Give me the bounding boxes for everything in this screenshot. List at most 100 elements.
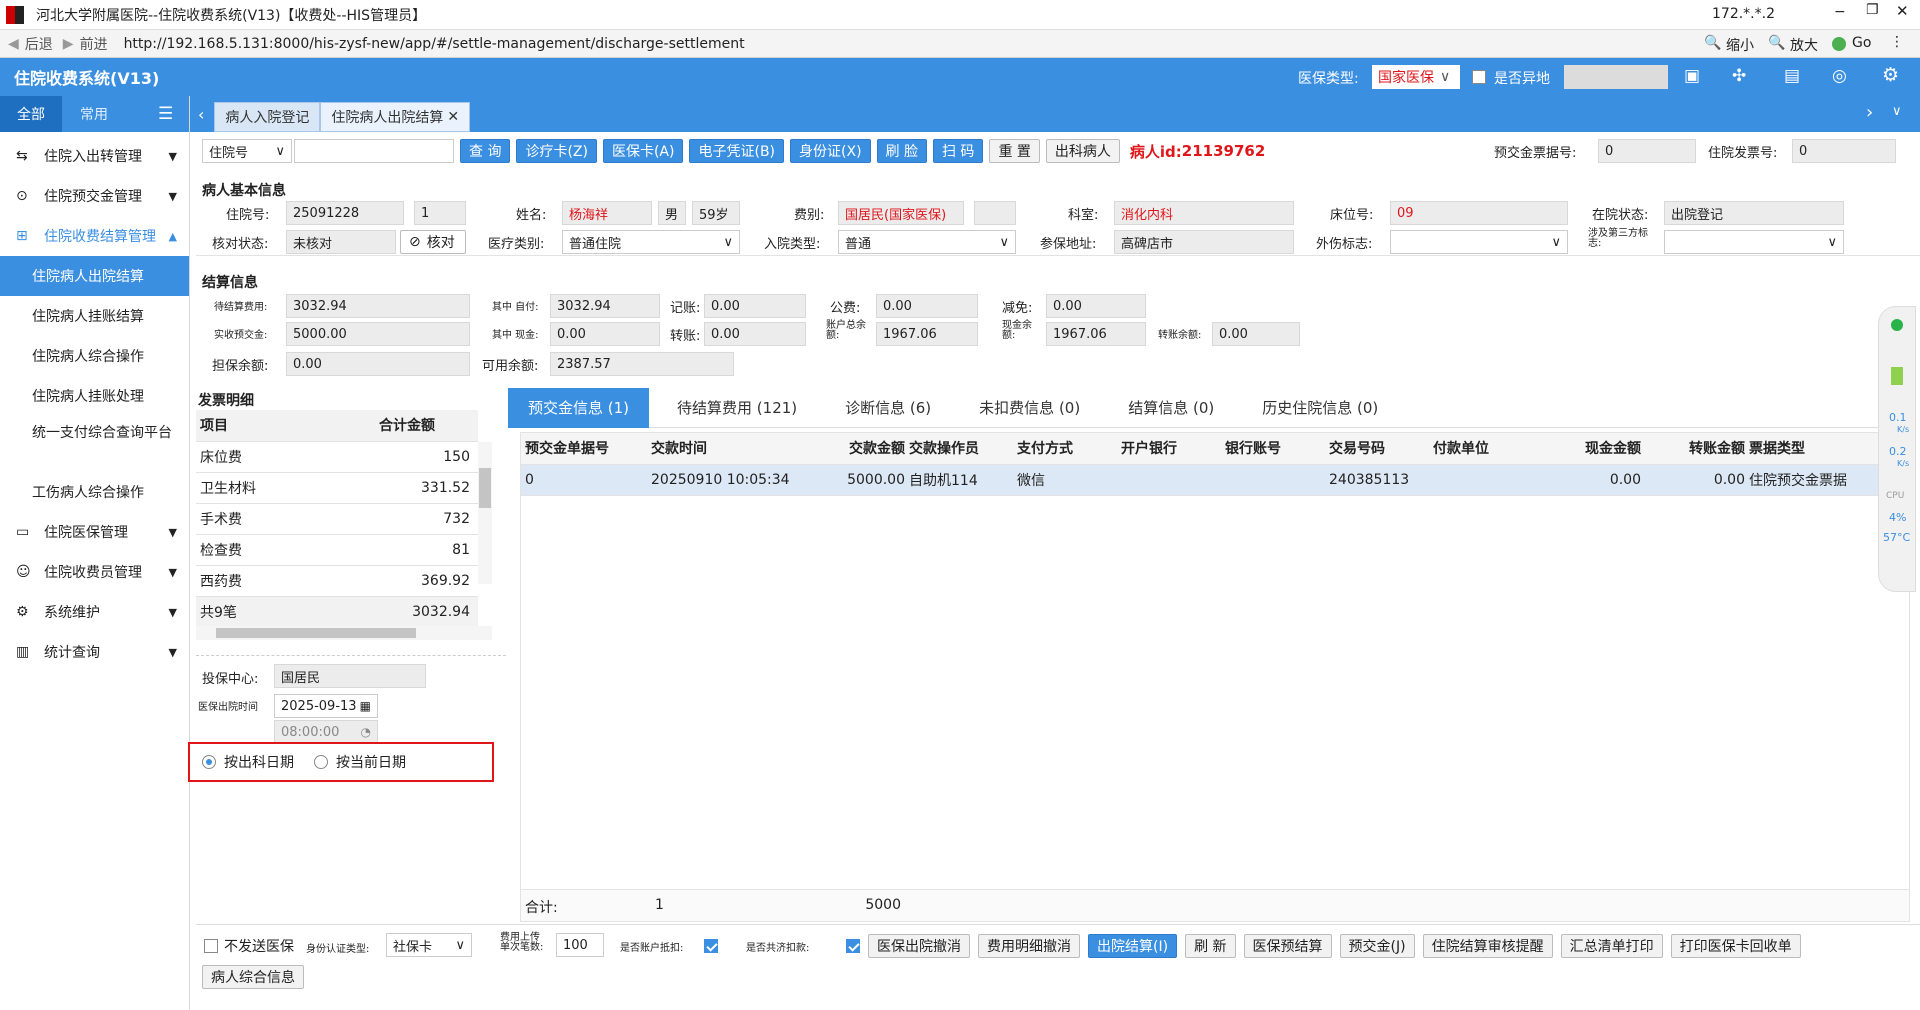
- remote-checkbox[interactable]: [1472, 70, 1486, 84]
- age-field[interactable]: 59岁: [692, 201, 740, 225]
- account-deduct-checkbox[interactable]: [704, 939, 718, 953]
- name-field[interactable]: 杨海祥: [562, 201, 652, 225]
- search-type-select[interactable]: 住院号 ∨: [202, 139, 292, 163]
- available-field[interactable]: 2387.57: [550, 352, 734, 376]
- scroll-thumb[interactable]: [479, 468, 491, 508]
- restore-icon[interactable]: ❐: [1866, 2, 1879, 18]
- sidebar-item-insurance[interactable]: ▭ 住院医保管理 ▼: [0, 512, 189, 552]
- check-status-field[interactable]: 未核对: [286, 230, 396, 254]
- print-summary-button[interactable]: 汇总清单打印: [1560, 934, 1663, 958]
- settings-icon[interactable]: ✣: [1732, 66, 1746, 86]
- guarantee-field[interactable]: 0.00: [286, 352, 470, 376]
- forward-button[interactable]: 前进: [80, 34, 108, 54]
- back-button[interactable]: 后退: [25, 34, 53, 54]
- gear-icon[interactable]: ⚙: [1882, 64, 1899, 86]
- radio-by-current-date[interactable]: [314, 755, 328, 769]
- face-button[interactable]: 刷 脸: [876, 139, 927, 163]
- search-input[interactable]: [294, 139, 454, 163]
- ins-address-field[interactable]: 高碑店市: [1114, 230, 1294, 254]
- prepay-no-field[interactable]: 0: [1598, 139, 1696, 163]
- close-icon[interactable]: ✕: [447, 109, 459, 125]
- sidebar-item-statistics[interactable]: ▥ 统计查询 ▼: [0, 632, 189, 672]
- transfer-balance-field[interactable]: 0.00: [1212, 322, 1300, 346]
- sidebar-item-credit-settlement[interactable]: 住院病人挂账结算: [0, 296, 189, 336]
- mutual-deduct-checkbox[interactable]: [846, 939, 861, 953]
- prepaid-field[interactable]: 5000.00: [286, 322, 470, 346]
- sidebar-item-settlement[interactable]: ⊞ 住院收费结算管理 ▲: [0, 216, 189, 256]
- account-balance-field[interactable]: 1967.06: [876, 322, 978, 346]
- go-button[interactable]: Go: [1852, 35, 1871, 51]
- more-icon[interactable]: ⋮: [1890, 34, 1904, 50]
- insurance-center-field[interactable]: 国居民: [274, 664, 426, 688]
- admission-times-field[interactable]: 1: [414, 201, 466, 225]
- transfer-field[interactable]: 0.00: [704, 322, 806, 346]
- zoom-in-button[interactable]: 放大: [1790, 35, 1818, 55]
- minimize-icon[interactable]: −: [1834, 4, 1846, 20]
- invoice-hscrollbar[interactable]: [196, 626, 492, 640]
- patient-info-button[interactable]: 病人综合信息: [202, 965, 304, 989]
- remote-input[interactable]: [1564, 65, 1668, 89]
- id-card-button[interactable]: 身份证(X): [790, 139, 871, 163]
- no-insurance-checkbox[interactable]: [204, 939, 218, 953]
- invoice-no-field[interactable]: 0: [1792, 139, 1896, 163]
- id-type-select[interactable]: 社保卡 ∨: [386, 933, 472, 957]
- sidebar-item-credit-handling[interactable]: 住院病人挂账处理: [0, 376, 189, 416]
- upload-count-field[interactable]: 100: [556, 933, 604, 957]
- insurance-type-select[interactable]: 国家医保 ∨: [1372, 65, 1460, 89]
- tab-history[interactable]: 历史住院信息 (0): [1242, 388, 1398, 428]
- query-button[interactable]: 查 询: [460, 139, 511, 163]
- zoom-out-icon[interactable]: 🔍: [1704, 35, 1721, 51]
- zoom-in-icon[interactable]: 🔍: [1768, 35, 1785, 51]
- reset-button[interactable]: 重 置: [989, 139, 1040, 163]
- go-icon[interactable]: [1832, 37, 1846, 51]
- prepay-button[interactable]: 预交金(J): [1339, 934, 1415, 958]
- tab-discharge-settlement[interactable]: 住院病人出院结算 ✕: [320, 102, 471, 132]
- sidebar-item-discharge-settlement[interactable]: 住院病人出院结算: [0, 256, 189, 296]
- panel-splitter[interactable]: [196, 655, 506, 656]
- scan-button[interactable]: 扫 码: [932, 139, 984, 163]
- fee-type-field[interactable]: 国居民(国家医保): [838, 201, 964, 225]
- account-field[interactable]: 0.00: [704, 294, 806, 318]
- settle-audit-reminder-button[interactable]: 住院结算审核提醒: [1422, 934, 1553, 958]
- dept-field[interactable]: 消化内科: [1114, 201, 1294, 225]
- close-icon[interactable]: ✕: [1896, 2, 1909, 20]
- status-field[interactable]: 出院登记: [1664, 201, 1844, 225]
- calendar-icon[interactable]: ▦: [360, 699, 371, 713]
- discharged-patients-button[interactable]: 出科病人: [1045, 139, 1120, 163]
- cash-balance-field[interactable]: 1967.06: [1046, 322, 1146, 346]
- fee-extra-field[interactable]: [974, 201, 1016, 225]
- radio-by-discharge-date[interactable]: [202, 755, 216, 769]
- url-field[interactable]: http://192.168.5.131:8000/his-zysf-new/a…: [124, 36, 745, 52]
- back-icon[interactable]: ◀: [8, 36, 19, 52]
- table-row[interactable]: 西药费 369.92: [196, 565, 478, 597]
- sidebar-item-prepay[interactable]: ⊙ 住院预交金管理 ▼: [0, 176, 189, 216]
- tab-undeducted[interactable]: 未扣费信息 (0): [959, 388, 1100, 428]
- invoice-vscrollbar[interactable]: [478, 442, 492, 584]
- table-row[interactable]: 手术费 732: [196, 503, 478, 535]
- print-ins-card-receipt-button[interactable]: 打印医保卡回收单: [1670, 934, 1801, 958]
- reduce-field[interactable]: 0.00: [1046, 294, 1146, 318]
- bed-field[interactable]: 09: [1390, 201, 1568, 225]
- refresh-icon[interactable]: ◎: [1832, 66, 1847, 86]
- clinic-card-button[interactable]: 诊疗卡(Z): [516, 139, 597, 163]
- tabs-prev-icon[interactable]: ‹: [198, 105, 204, 124]
- self-pay-field[interactable]: 3032.94: [550, 294, 660, 318]
- check-button[interactable]: ⊘ 核对: [400, 230, 466, 254]
- tab-settlement[interactable]: 结算信息 (0): [1108, 388, 1234, 428]
- sex-field[interactable]: 男: [658, 201, 686, 225]
- tab-pending-fees[interactable]: 待结算费用 (121): [657, 388, 817, 428]
- forward-icon[interactable]: ▶: [63, 36, 74, 52]
- e-voucher-button[interactable]: 电子凭证(B): [689, 139, 785, 163]
- refresh-button[interactable]: 刷 新: [1185, 934, 1236, 958]
- zoom-out-button[interactable]: 缩小: [1726, 35, 1754, 55]
- table-row[interactable]: 检查费 81: [196, 534, 478, 566]
- sidebar-item-cashier[interactable]: ☺ 住院收费员管理 ▼: [0, 552, 189, 592]
- cancel-ins-discharge-button[interactable]: 医保出院撤消: [868, 934, 970, 958]
- sidebar-tab-all[interactable]: 全部: [0, 96, 62, 132]
- injury-select[interactable]: ∨: [1390, 230, 1568, 254]
- sidebar-item-system[interactable]: ⚙ 系统维护 ▼: [0, 592, 189, 632]
- sidebar-item-unified-pay[interactable]: 统一支付综合查询平台: [0, 416, 189, 472]
- tab-prepay-info[interactable]: 预交金信息 (1): [508, 387, 650, 428]
- insurance-card-button[interactable]: 医保卡(A): [602, 139, 684, 163]
- screen-icon[interactable]: ▣: [1684, 66, 1700, 86]
